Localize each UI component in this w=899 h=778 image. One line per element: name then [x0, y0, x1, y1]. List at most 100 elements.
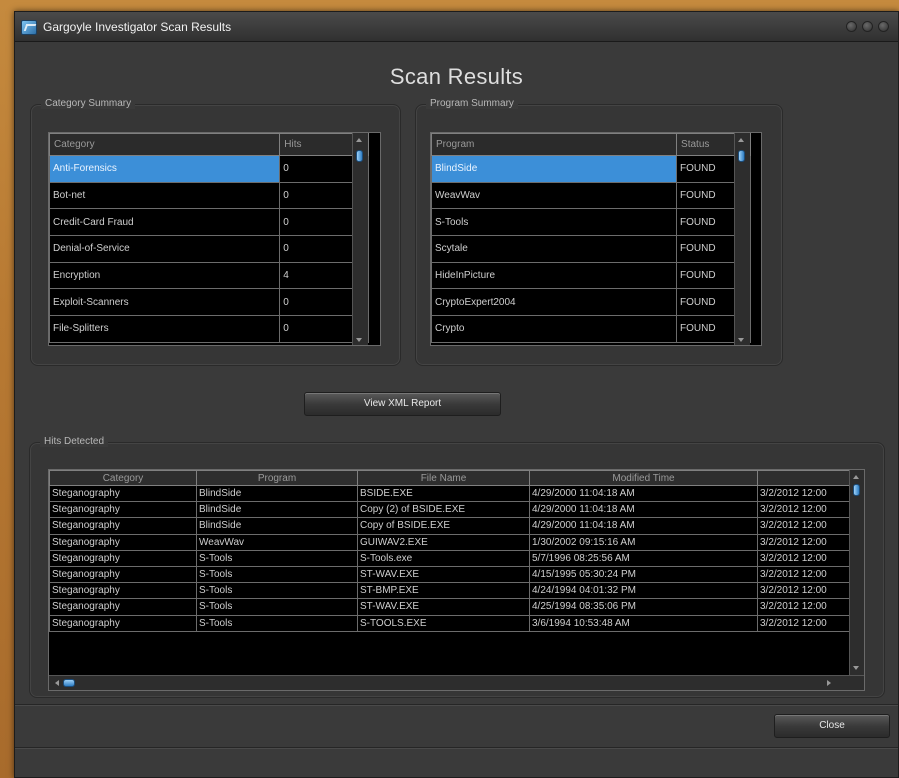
close-window-button[interactable]: [878, 21, 889, 32]
hits-vertical-scrollbar[interactable]: [849, 470, 864, 675]
scroll-thumb[interactable]: [853, 484, 860, 496]
table-row[interactable]: Credit-Card Fraud 0: [49, 208, 369, 237]
program-cell: S-Tools: [196, 549, 358, 567]
category-cell: Anti-Forensics: [49, 155, 281, 183]
table-row[interactable]: Bot-net 0: [49, 181, 369, 210]
program-cell: HideInPicture: [431, 261, 678, 290]
scroll-down-arrow-icon[interactable]: [356, 338, 362, 342]
table-row[interactable]: Encryption 4: [49, 261, 369, 290]
table-row[interactable]: Steganography BlindSide Copy of BSIDE.EXE 4…: [49, 517, 850, 535]
program-cell: S-Tools: [196, 565, 358, 584]
table-row[interactable]: S-Tools FOUND: [431, 208, 751, 237]
table-row[interactable]: Steganography S-Tools S-Tools.exe 5/7/1996 …: [49, 549, 850, 567]
program-summary-table[interactable]: Program Status BlindSide FOUND WeavWav FOUN…: [430, 132, 762, 346]
program-cell: Crypto: [431, 315, 678, 343]
view-xml-report-button[interactable]: View XML Report: [304, 392, 501, 416]
table-row[interactable]: Denial-of-Service 0: [49, 235, 369, 263]
scroll-up-arrow-icon[interactable]: [738, 138, 744, 142]
table-row[interactable]: WeavWav FOUND: [431, 181, 751, 210]
table-row[interactable]: Steganography WeavWav GUIWAV2.EXE 1/30/2002…: [49, 533, 850, 551]
column-header-category[interactable]: Category: [49, 133, 281, 156]
table-row[interactable]: Steganography S-Tools S-TOOLS.EXE 3/6/1994 …: [49, 614, 850, 632]
scroll-up-arrow-icon[interactable]: [853, 475, 859, 479]
table-row[interactable]: Steganography BlindSide Copy (2) of BSIDE.…: [49, 501, 850, 519]
file-name-cell: S-Tools.exe: [357, 549, 530, 567]
table-row[interactable]: Exploit-Scanners 0: [49, 288, 369, 317]
app-icon: [21, 20, 37, 35]
close-button[interactable]: Close: [774, 714, 890, 738]
timestamp-cell: 3/2/2012 12:00: [757, 598, 850, 616]
column-header-program[interactable]: Program: [431, 133, 678, 156]
timestamp-cell: 3/2/2012 12:00: [757, 533, 850, 551]
timestamp-cell: 3/2/2012 12:00: [757, 565, 850, 584]
table-row[interactable]: Scytale FOUND: [431, 235, 751, 263]
title-bar[interactable]: Gargoyle Investigator Scan Results: [15, 12, 898, 42]
modified-time-cell: 1/30/2002 09:15:16 AM: [529, 533, 758, 551]
modified-time-cell: 4/29/2000 11:04:18 AM: [529, 484, 758, 503]
column-header-truncated[interactable]: [757, 470, 850, 486]
category-cell: Steganography: [49, 582, 197, 600]
column-header-modified-time[interactable]: Modified Time: [529, 470, 758, 486]
hits-horizontal-scrollbar[interactable]: [49, 675, 864, 690]
modified-time-cell: 4/25/1994 08:35:06 PM: [529, 598, 758, 616]
file-name-cell: Copy (2) of BSIDE.EXE: [357, 501, 530, 519]
category-summary-table[interactable]: Category Hits Anti-Forensics 0 Bot-net 0 Cre…: [48, 132, 381, 346]
table-row[interactable]: BlindSide FOUND: [431, 155, 751, 183]
timestamp-cell: 3/2/2012 12:00: [757, 582, 850, 600]
column-header-program[interactable]: Program: [196, 470, 358, 486]
table-row[interactable]: Steganography S-Tools ST-WAV.EXE 4/15/1995 …: [49, 565, 850, 584]
timestamp-cell: 3/2/2012 12:00: [757, 484, 850, 503]
page-title: Scan Results: [389, 64, 524, 89]
program-cell: BlindSide: [431, 155, 678, 183]
minimize-button[interactable]: [846, 21, 857, 32]
category-cell: Exploit-Scanners: [49, 288, 281, 317]
table-row[interactable]: File-Splitters 0: [49, 315, 369, 343]
table-row[interactable]: HideInPicture FOUND: [431, 261, 751, 290]
category-cell: Credit-Card Fraud: [49, 208, 281, 237]
program-cell: BlindSide: [196, 501, 358, 519]
file-name-cell: ST-WAV.EXE: [357, 598, 530, 616]
scroll-thumb[interactable]: [63, 679, 75, 687]
category-cell: Steganography: [49, 484, 197, 503]
scroll-up-arrow-icon[interactable]: [356, 138, 362, 142]
category-vertical-scrollbar[interactable]: [352, 133, 368, 345]
file-name-cell: ST-WAV.EXE: [357, 565, 530, 584]
table-row[interactable]: Steganography S-Tools ST-BMP.EXE 4/24/1994 …: [49, 582, 850, 600]
scroll-down-arrow-icon[interactable]: [853, 666, 859, 670]
category-cell: Bot-net: [49, 181, 281, 210]
program-cell: CryptoExpert2004: [431, 288, 678, 317]
table-row[interactable]: Crypto FOUND: [431, 315, 751, 343]
modified-time-cell: 4/15/1995 05:30:24 PM: [529, 565, 758, 584]
category-summary-label: Category Summary: [41, 98, 136, 109]
table-row[interactable]: Steganography BlindSide BSIDE.EXE 4/29/2000…: [49, 484, 850, 503]
column-header-file-name[interactable]: File Name: [357, 470, 530, 486]
column-header-category[interactable]: Category: [49, 470, 197, 486]
category-cell: Steganography: [49, 533, 197, 551]
table-row[interactable]: Anti-Forensics 0: [49, 155, 369, 183]
modified-time-cell: 4/24/1994 04:01:32 PM: [529, 582, 758, 600]
hits-detected-table[interactable]: Category Program File Name Modified Time…: [48, 469, 865, 691]
category-summary-group: Category Summary Category Hits Anti-Fore…: [30, 98, 401, 366]
status-divider: [15, 747, 898, 748]
scroll-thumb[interactable]: [738, 150, 745, 162]
table-row[interactable]: CryptoExpert2004 FOUND: [431, 288, 751, 317]
scan-results-window: Gargoyle Investigator Scan Results Scan …: [14, 11, 899, 778]
program-summary-group: Program Summary Program Status BlindSide…: [415, 98, 783, 366]
scroll-left-arrow-icon[interactable]: [55, 680, 59, 686]
scroll-right-arrow-icon[interactable]: [827, 680, 831, 686]
file-name-cell: ST-BMP.EXE: [357, 582, 530, 600]
maximize-button[interactable]: [862, 21, 873, 32]
category-cell: Encryption: [49, 261, 281, 290]
program-cell: S-Tools: [196, 598, 358, 616]
scroll-thumb[interactable]: [356, 150, 363, 162]
program-cell: S-Tools: [196, 582, 358, 600]
program-summary-label: Program Summary: [426, 98, 518, 109]
hits-detected-group: Hits Detected Category Program File Name…: [29, 436, 885, 698]
category-cell: Steganography: [49, 549, 197, 567]
category-cell: Steganography: [49, 598, 197, 616]
table-row[interactable]: Steganography S-Tools ST-WAV.EXE 4/25/1994 …: [49, 598, 850, 616]
category-cell: Denial-of-Service: [49, 235, 281, 263]
scroll-down-arrow-icon[interactable]: [738, 338, 744, 342]
program-vertical-scrollbar[interactable]: [734, 133, 750, 345]
category-cell: Steganography: [49, 517, 197, 535]
